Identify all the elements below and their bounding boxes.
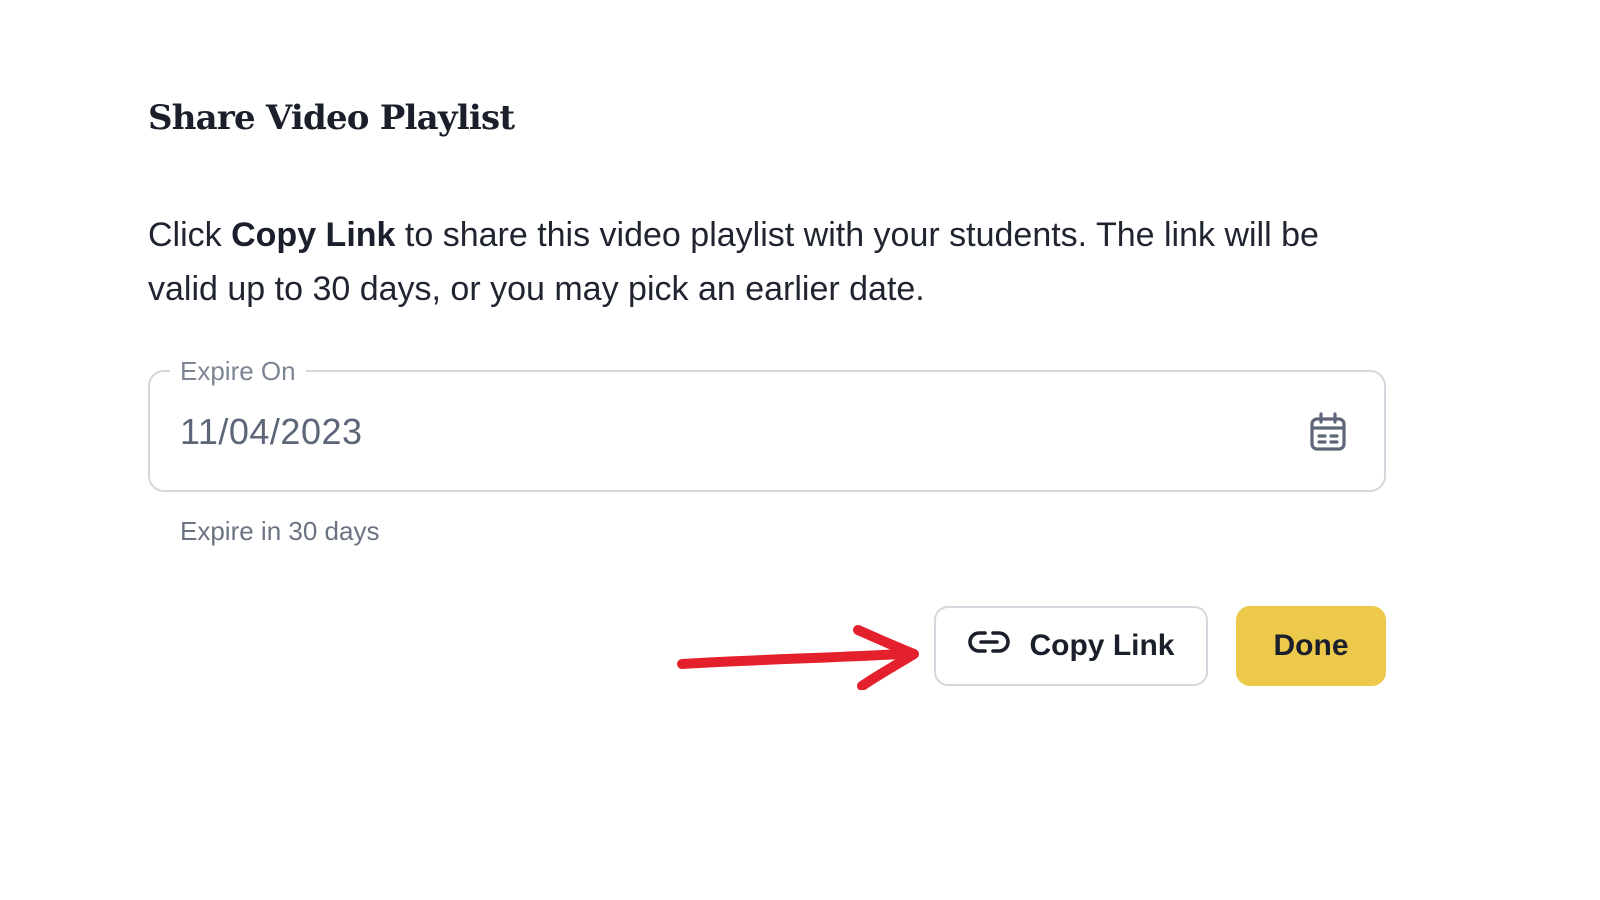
expire-helper-text: Expire in 30 days bbox=[180, 516, 380, 546]
link-icon bbox=[967, 629, 1011, 663]
expire-on-date-field[interactable]: Expire On 11/04/2023 bbox=[148, 354, 1386, 492]
description-text-start: Click bbox=[148, 216, 232, 254]
copy-link-button[interactable]: Copy Link bbox=[934, 606, 1208, 686]
copy-link-label: Copy Link bbox=[1029, 629, 1175, 662]
description-emphasis: Copy Link bbox=[231, 216, 396, 254]
share-playlist-dialog: Share Video Playlist Click Copy Link to … bbox=[0, 0, 1600, 900]
done-label: Done bbox=[1273, 629, 1349, 662]
annotation-arrow bbox=[677, 625, 919, 690]
done-button[interactable]: Done bbox=[1236, 606, 1386, 686]
expire-date-input[interactable]: 11/04/2023 bbox=[180, 410, 363, 454]
dialog-description: Click Copy Link to share this video play… bbox=[148, 208, 1388, 316]
dialog-title: Share Video Playlist bbox=[148, 98, 515, 138]
calendar-icon[interactable] bbox=[1306, 410, 1350, 454]
expire-on-label: Expire On bbox=[170, 354, 306, 388]
